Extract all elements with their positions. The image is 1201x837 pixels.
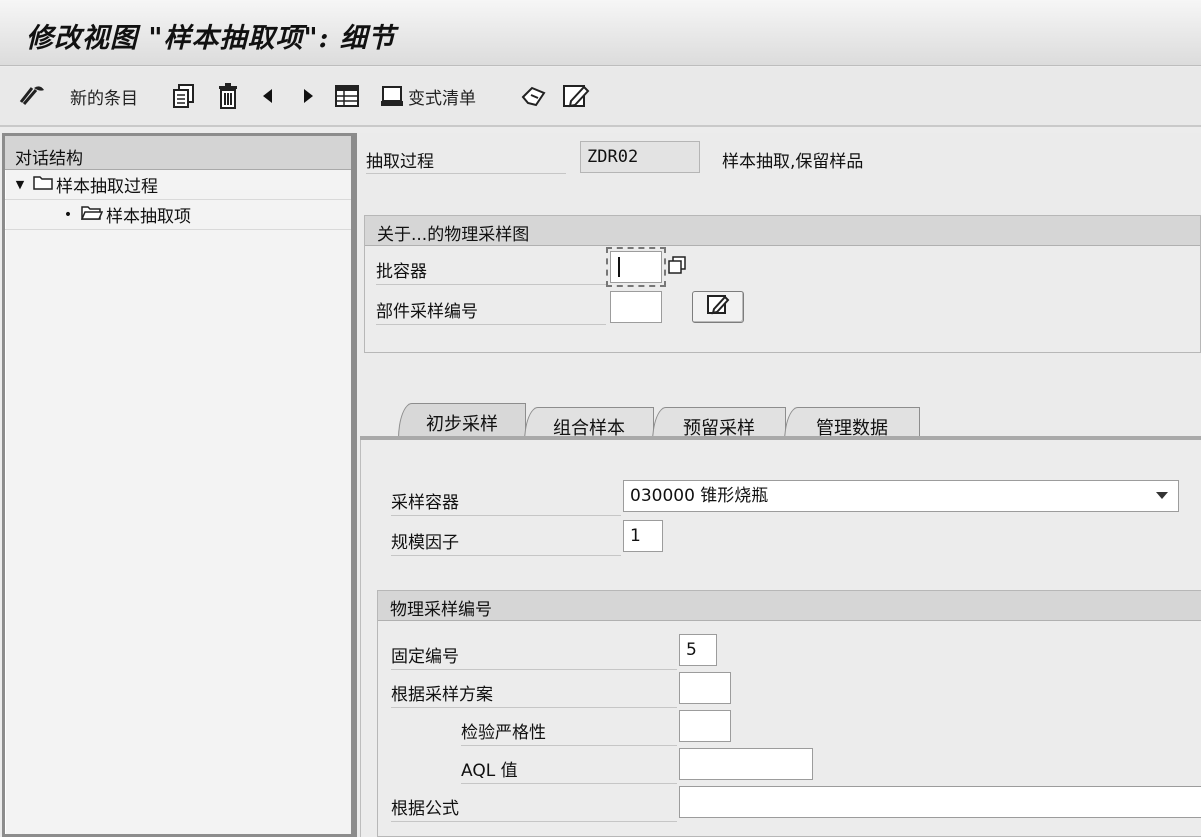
aql-value-label: AQL 值: [461, 761, 518, 781]
expand-triangle-icon[interactable]: ▼: [13, 178, 27, 191]
display-change-button[interactable]: [18, 81, 48, 111]
new-entries-label: 新的条目: [70, 88, 138, 109]
text-cursor: [618, 257, 620, 277]
inspection-severity-label: 检验严格性: [461, 723, 546, 743]
triangle-right-icon: [300, 86, 316, 106]
inspection-severity-field[interactable]: [679, 710, 731, 742]
dialog-structure-panel: 对话结构 ▼ 样本抽取过程 • 样本抽取项: [2, 133, 357, 837]
tree-item-sampling-item[interactable]: • 样本抽取项: [5, 200, 351, 230]
window-title: 修改视图 "样本抽取项": 细节: [26, 23, 396, 54]
edit-pencil-icon: [562, 83, 590, 109]
fixed-number-field[interactable]: 5: [679, 634, 717, 666]
by-sampling-plan-field[interactable]: [679, 672, 731, 704]
next-entry-button[interactable]: [300, 81, 316, 111]
variant-list-label: 变式清单: [408, 88, 476, 109]
process-description: 样本抽取,保留样品: [722, 152, 864, 172]
sampling-container-value: 030000 锥形烧瓶: [630, 486, 769, 506]
previous-entry-button[interactable]: [260, 81, 276, 111]
label-underline: [366, 173, 566, 174]
scale-factor-label: 规模因子: [391, 533, 459, 553]
fixed-number-label: 固定编号: [391, 647, 459, 667]
glasses-pencil-icon: [18, 82, 48, 110]
tree-item-label: 样本抽取过程: [56, 177, 158, 197]
application-toolbar: 新的条目 变式清单: [0, 67, 1201, 127]
open-folder-icon: [80, 204, 104, 225]
process-field: ZDR02: [580, 141, 700, 173]
tree-item-label: 样本抽取项: [106, 207, 191, 227]
label-underline: [376, 284, 606, 285]
new-entries-button[interactable]: 新的条目: [66, 81, 138, 111]
triangle-left-icon: [260, 86, 276, 106]
printer-icon: [380, 84, 404, 108]
copy-as-button[interactable]: [172, 81, 196, 111]
folder-icon: [33, 174, 53, 195]
dialog-structure-header: 对话结构: [5, 136, 351, 170]
by-sampling-plan-label: 根据采样方案: [391, 685, 493, 705]
select-all-button[interactable]: [334, 81, 360, 111]
detail-panel: 抽取过程 ZDR02 样本抽取,保留样品 关于...的物理采样图 批容器 部件采…: [360, 133, 1201, 837]
label-underline: [391, 515, 621, 516]
copy-icon: [172, 83, 196, 109]
part-sample-no-label: 部件采样编号: [376, 302, 478, 322]
scale-factor-field[interactable]: 1: [623, 520, 663, 552]
process-label: 抽取过程: [366, 152, 434, 172]
by-formula-label: 根据公式: [391, 799, 459, 819]
dropdown-arrow-icon[interactable]: [1156, 492, 1168, 499]
delete-button[interactable]: [216, 81, 240, 111]
label-underline: [391, 669, 677, 670]
label-underline: [461, 745, 677, 746]
physical-sampling-group-title: 关于...的物理采样图: [365, 216, 1200, 246]
tree-item-sampling-procedure[interactable]: ▼ 样本抽取过程: [5, 170, 351, 200]
physical-numbering-group-title: 物理采样编号: [378, 591, 1201, 621]
hand-pointer-icon: [520, 83, 548, 109]
part-sample-edit-button[interactable]: [692, 291, 744, 323]
batch-container-label: 批容器: [376, 262, 427, 282]
label-underline: [461, 783, 677, 784]
bullet-icon: •: [63, 206, 73, 223]
trash-icon: [216, 82, 240, 110]
label-underline: [391, 821, 677, 822]
variant-list-button[interactable]: 变式清单: [380, 81, 476, 111]
copy-window-icon: [668, 255, 686, 279]
sampling-container-dropdown[interactable]: 030000 锥形烧瓶: [623, 480, 1179, 512]
tab-content-initial-sampling: 采样容器 030000 锥形烧瓶 规模因子 1 物理采样编号 固定编号 5 根据…: [360, 440, 1201, 837]
batch-container-search-help[interactable]: [666, 255, 688, 279]
edit-pencil-icon: [706, 294, 730, 321]
title-bar: 修改视图 "样本抽取项": 细节: [0, 0, 1201, 66]
part-sample-no-field[interactable]: [610, 291, 662, 323]
by-formula-field[interactable]: [679, 786, 1201, 818]
sampling-container-label: 采样容器: [391, 493, 459, 513]
transport-button[interactable]: [520, 81, 548, 111]
table-grid-icon: [334, 83, 360, 109]
change-long-text-button[interactable]: [562, 81, 590, 111]
label-underline: [391, 555, 621, 556]
aql-value-field[interactable]: [679, 748, 813, 780]
label-underline: [376, 324, 606, 325]
label-underline: [391, 707, 677, 708]
